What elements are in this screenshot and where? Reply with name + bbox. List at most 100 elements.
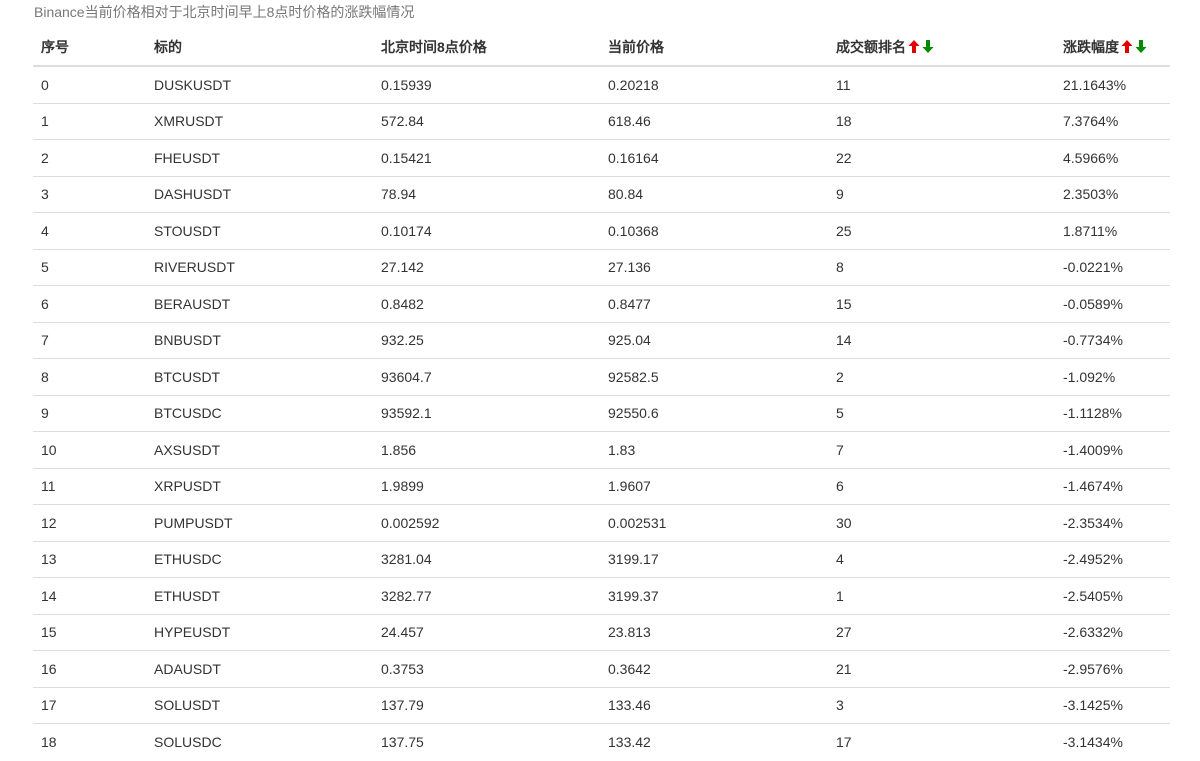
cell-symbol: XRPUSDT <box>146 467 373 505</box>
cell-symbol: BTCUSDT <box>146 358 373 395</box>
cell-index: 13 <box>33 540 146 578</box>
cell-change: 4.5966% <box>1055 139 1170 176</box>
cell-symbol: DASHUSDT <box>146 175 373 213</box>
header-symbol: 标的 <box>146 29 373 67</box>
cell-symbol: ETHUSDC <box>146 540 373 578</box>
price-change-table-container: 序号 标的 北京时间8点价格 当前价格 成交额排名 涨跌幅度 0 DUSKUSDT… <box>33 29 1170 760</box>
cell-volume-rank: 15 <box>828 285 1055 322</box>
header-symbol-label: 标的 <box>154 39 182 55</box>
cell-index: 3 <box>33 175 146 213</box>
cell-volume-rank: 9 <box>828 175 1055 213</box>
table-row: 11 XRPUSDT 1.9899 1.9607 6 -1.4674% <box>33 467 1170 505</box>
table-body: 0 DUSKUSDT 0.15939 0.20218 11 21.1643% 1 XMRUSD… <box>33 66 1170 760</box>
cell-change: -3.1425% <box>1055 686 1170 724</box>
cell-price-now: 23.813 <box>600 613 828 651</box>
cell-volume-rank: 2 <box>828 358 1055 395</box>
cell-price-now: 133.46 <box>600 686 828 724</box>
cell-price-8am: 3281.04 <box>373 540 600 578</box>
cell-change: -0.0221% <box>1055 248 1170 286</box>
cell-volume-rank: 4 <box>828 540 1055 578</box>
table-row: 7 BNBUSDT 932.25 925.04 14 -0.7734% <box>33 321 1170 359</box>
cell-volume-rank: 3 <box>828 686 1055 724</box>
cell-price-now: 133.42 <box>600 723 828 760</box>
cell-price-8am: 572.84 <box>373 102 600 140</box>
cell-price-now: 92582.5 <box>600 358 828 395</box>
cell-index: 10 <box>33 431 146 468</box>
change-sort-desc-icon[interactable] <box>1135 40 1147 56</box>
cell-symbol: BTCUSDC <box>146 394 373 432</box>
table-row: 8 BTCUSDT 93604.7 92582.5 2 -1.092% <box>33 358 1170 395</box>
cell-change: -1.092% <box>1055 358 1170 395</box>
cell-volume-rank: 8 <box>828 248 1055 286</box>
cell-volume-rank: 18 <box>828 102 1055 140</box>
volume-rank-sort-asc-icon[interactable] <box>908 40 920 56</box>
table-row: 12 PUMPUSDT 0.002592 0.002531 30 -2.3534% <box>33 504 1170 541</box>
cell-price-8am: 93604.7 <box>373 358 600 395</box>
cell-index: 4 <box>33 212 146 249</box>
table-row: 6 BERAUSDT 0.8482 0.8477 15 -0.0589% <box>33 285 1170 322</box>
header-index: 序号 <box>33 29 146 67</box>
header-price-now-label: 当前价格 <box>608 39 664 55</box>
cell-price-now: 27.136 <box>600 248 828 286</box>
cell-price-now: 0.3642 <box>600 650 828 687</box>
cell-symbol: HYPEUSDT <box>146 613 373 651</box>
cell-price-8am: 3282.77 <box>373 577 600 614</box>
cell-symbol: XMRUSDT <box>146 102 373 140</box>
cell-symbol: RIVERUSDT <box>146 248 373 286</box>
cell-price-8am: 27.142 <box>373 248 600 286</box>
cell-volume-rank: 17 <box>828 723 1055 760</box>
header-price-8am-label: 北京时间8点价格 <box>381 39 487 55</box>
cell-price-8am: 0.3753 <box>373 650 600 687</box>
cell-volume-rank: 25 <box>828 212 1055 249</box>
cell-volume-rank: 22 <box>828 139 1055 176</box>
cell-volume-rank: 14 <box>828 321 1055 359</box>
cell-index: 12 <box>33 504 146 541</box>
table-row: 17 SOLUSDT 137.79 133.46 3 -3.1425% <box>33 686 1170 724</box>
cell-volume-rank: 6 <box>828 467 1055 505</box>
header-price-now: 当前价格 <box>600 29 828 67</box>
cell-symbol: AXSUSDT <box>146 431 373 468</box>
cell-volume-rank: 11 <box>836 76 851 93</box>
cell-index: 7 <box>33 321 146 359</box>
cell-change: -0.7734% <box>1055 321 1170 359</box>
table-row: 4 STOUSDT 0.10174 0.10368 25 1.8711% <box>33 212 1170 249</box>
cell-volume-rank: 30 <box>828 504 1055 541</box>
volume-rank-sort-desc-icon[interactable] <box>922 40 934 56</box>
cell-index: 2 <box>33 139 146 176</box>
cell-symbol: SOLUSDC <box>146 723 373 760</box>
cell-symbol: FHEUSDT <box>146 139 373 176</box>
cell-price-8am: 78.94 <box>373 175 600 213</box>
cell-symbol: SOLUSDT <box>146 686 373 724</box>
cell-price-now: 80.84 <box>600 175 828 213</box>
cell-change: 1.8711% <box>1055 212 1170 249</box>
cell-price-8am: 93592.1 <box>373 394 600 432</box>
cell-price-8am: 137.79 <box>373 686 600 724</box>
cell-price-now: 618.46 <box>600 102 828 140</box>
cell-index: 5 <box>33 248 146 286</box>
table-row: 13 ETHUSDC 3281.04 3199.17 4 -2.4952% <box>33 540 1170 578</box>
table-row: 15 HYPEUSDT 24.457 23.813 27 -2.6332% <box>33 613 1170 651</box>
cell-price-8am: 0.15939 <box>381 76 432 93</box>
change-sort-asc-icon[interactable] <box>1121 40 1133 56</box>
table-row: 16 ADAUSDT 0.3753 0.3642 21 -2.9576% <box>33 650 1170 687</box>
cell-symbol: DUSKUSDT <box>154 76 232 93</box>
cell-volume-rank: 7 <box>828 431 1055 468</box>
cell-price-8am: 0.15421 <box>373 139 600 176</box>
cell-price-8am: 932.25 <box>373 321 600 359</box>
cell-price-8am: 1.856 <box>373 431 600 468</box>
cell-volume-rank: 27 <box>828 613 1055 651</box>
cell-price-now: 0.8477 <box>600 285 828 322</box>
cell-change: -2.4952% <box>1055 540 1170 578</box>
cell-index: 17 <box>33 686 146 724</box>
cell-price-now: 0.002531 <box>600 504 828 541</box>
table-header: 序号 标的 北京时间8点价格 当前价格 成交额排名 涨跌幅度 <box>33 29 1170 67</box>
cell-change: 21.1643% <box>1063 76 1127 93</box>
header-price-8am: 北京时间8点价格 <box>373 29 600 67</box>
cell-change: -1.4009% <box>1055 431 1170 468</box>
cell-volume-rank: 1 <box>828 577 1055 614</box>
header-change-label: 涨跌幅度 <box>1063 39 1119 55</box>
header-row: 序号 标的 北京时间8点价格 当前价格 成交额排名 涨跌幅度 <box>33 29 1170 67</box>
cell-change: -2.6332% <box>1055 613 1170 651</box>
table-row: 10 AXSUSDT 1.856 1.83 7 -1.4009% <box>33 431 1170 468</box>
table-row: 1 XMRUSDT 572.84 618.46 18 7.3764% <box>33 102 1170 140</box>
